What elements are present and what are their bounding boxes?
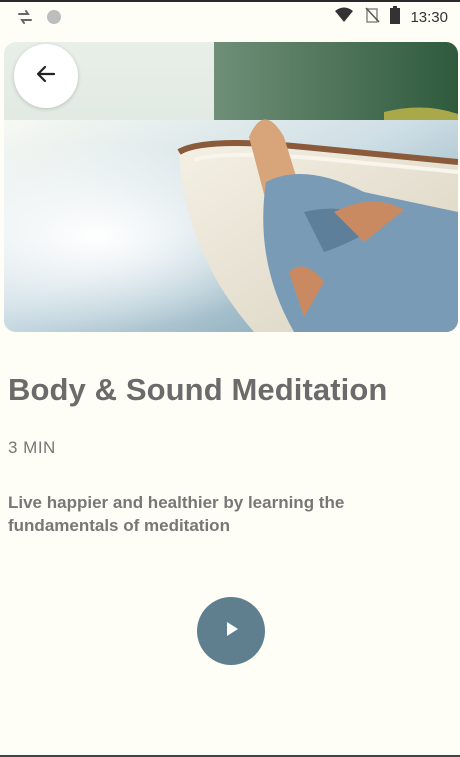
play-button[interactable] — [197, 597, 265, 665]
meditation-description: Live happier and healthier by learning t… — [8, 493, 345, 535]
meditation-duration: 3 MIN — [8, 438, 56, 457]
status-left — [16, 8, 62, 31]
status-bar: 13:30 — [0, 2, 460, 32]
play-icon — [221, 619, 241, 644]
meditation-title: Body & Sound Meditation — [8, 372, 388, 407]
no-signal-icon — [364, 6, 381, 29]
circle-icon — [46, 9, 62, 30]
back-button[interactable] — [14, 44, 78, 108]
wifi-icon — [334, 6, 354, 29]
battery-icon — [390, 6, 401, 29]
sync-icon — [16, 8, 34, 31]
status-right: 13:30 — [334, 6, 448, 29]
status-time: 13:30 — [410, 9, 448, 26]
back-arrow-icon — [35, 63, 57, 90]
